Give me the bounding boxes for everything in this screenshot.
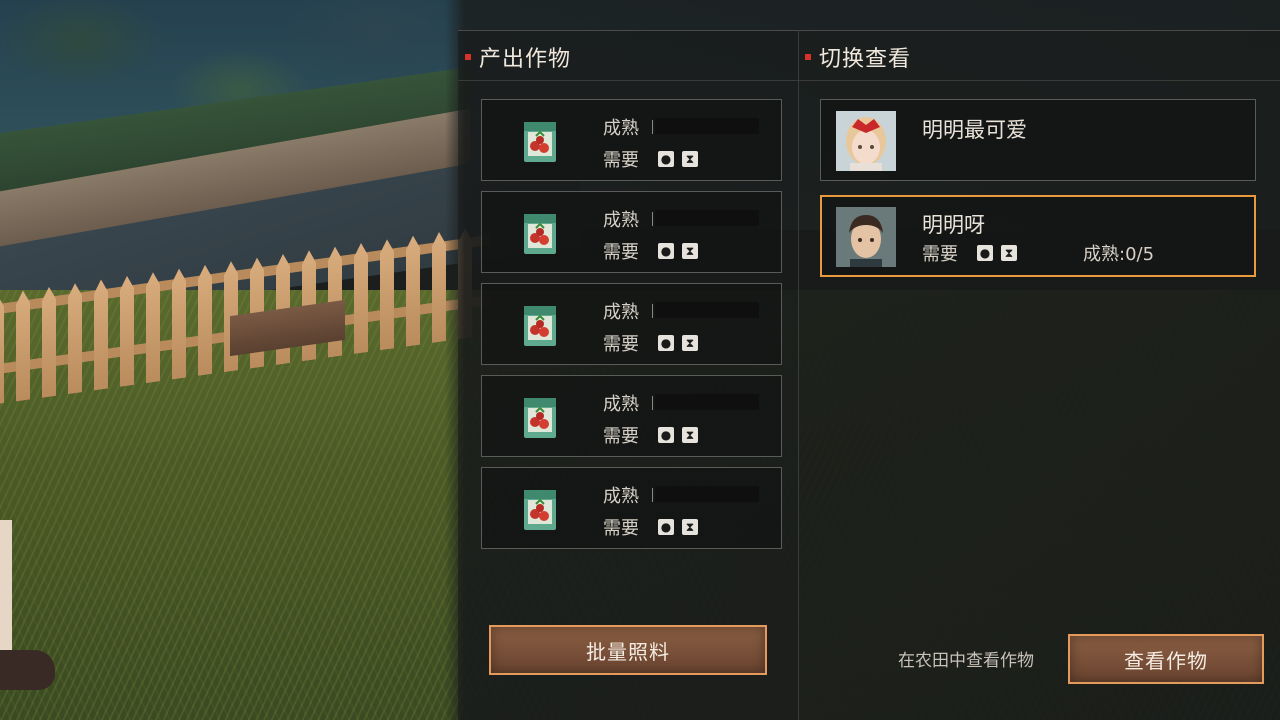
label-divider — [652, 212, 653, 226]
label-divider — [652, 488, 653, 502]
seed-packet-icon — [524, 306, 556, 346]
title-mark — [805, 54, 811, 60]
maturity-progress-bar — [655, 394, 759, 410]
avatar — [836, 111, 896, 171]
player-name: 明明最可爱 — [922, 118, 1027, 142]
seed-packet-icon — [524, 490, 556, 530]
batch-care-button[interactable]: 批量照料 — [489, 625, 767, 675]
crop-card[interactable]: 成熟 需要 ● ⧗ — [481, 191, 782, 273]
need-label: 需要 — [603, 242, 639, 263]
character-leg — [0, 520, 12, 660]
maturity-label: 成熟 — [603, 486, 639, 507]
crop-card[interactable]: 成熟 需要 ● ⧗ — [481, 99, 782, 181]
fertilizer-bag-icon: ⧗ — [682, 243, 698, 259]
seed-packet-icon — [524, 398, 556, 438]
player-card-selected[interactable]: 明明呀 需要 ● ⧗ 成熟:0/5 — [820, 195, 1256, 277]
water-drop-icon: ● — [658, 519, 674, 535]
maturity-progress-bar — [655, 486, 759, 502]
seed-packet-icon — [524, 122, 556, 162]
crop-card[interactable]: 成熟 需要 ● ⧗ — [481, 283, 782, 365]
fertilizer-bag-icon: ⧗ — [682, 335, 698, 351]
fertilizer-bag-icon: ⧗ — [682, 151, 698, 167]
maturity-progress-bar — [655, 210, 759, 226]
label-divider — [652, 396, 653, 410]
water-drop-icon: ● — [658, 243, 674, 259]
character-shoe — [0, 650, 55, 690]
title-divider — [798, 80, 1280, 81]
maturity-count: 成熟:0/5 — [1083, 244, 1155, 265]
switch-view-title: 切换查看 — [805, 40, 911, 74]
label-divider — [652, 304, 653, 318]
need-label: 需要 — [603, 518, 639, 539]
water-drop-icon: ● — [977, 245, 993, 261]
player-card[interactable]: 明明最可爱 — [820, 99, 1256, 181]
label-divider — [652, 120, 653, 134]
maturity-label: 成熟 — [603, 394, 639, 415]
maturity-label: 成熟 — [603, 302, 639, 323]
water-drop-icon: ● — [658, 427, 674, 443]
maturity-label: 成熟 — [603, 118, 639, 139]
avatar — [836, 207, 896, 267]
maturity-progress-bar — [655, 118, 759, 134]
crop-card[interactable]: 成熟 需要 ● ⧗ — [481, 375, 782, 457]
need-label: 需要 — [603, 334, 639, 355]
seed-packet-icon — [524, 214, 556, 254]
view-in-field-hint: 在农田中查看作物 — [898, 651, 1034, 671]
title-mark — [465, 54, 471, 60]
title-divider — [458, 80, 798, 81]
crops-panel-title: 产出作物 — [465, 40, 571, 74]
water-drop-icon: ● — [658, 151, 674, 167]
view-crops-button[interactable]: 查看作物 — [1068, 634, 1264, 684]
fertilizer-bag-icon: ⧗ — [682, 427, 698, 443]
water-drop-icon: ● — [658, 335, 674, 351]
fertilizer-bag-icon: ⧗ — [1001, 245, 1017, 261]
player-name: 明明呀 — [922, 213, 985, 237]
need-label: 需要 — [922, 244, 958, 265]
need-label: 需要 — [603, 150, 639, 171]
fertilizer-bag-icon: ⧗ — [682, 519, 698, 535]
maturity-label: 成熟 — [603, 210, 639, 231]
maturity-progress-bar — [655, 302, 759, 318]
crop-card[interactable]: 成熟 需要 ● ⧗ — [481, 467, 782, 549]
need-label: 需要 — [603, 426, 639, 447]
